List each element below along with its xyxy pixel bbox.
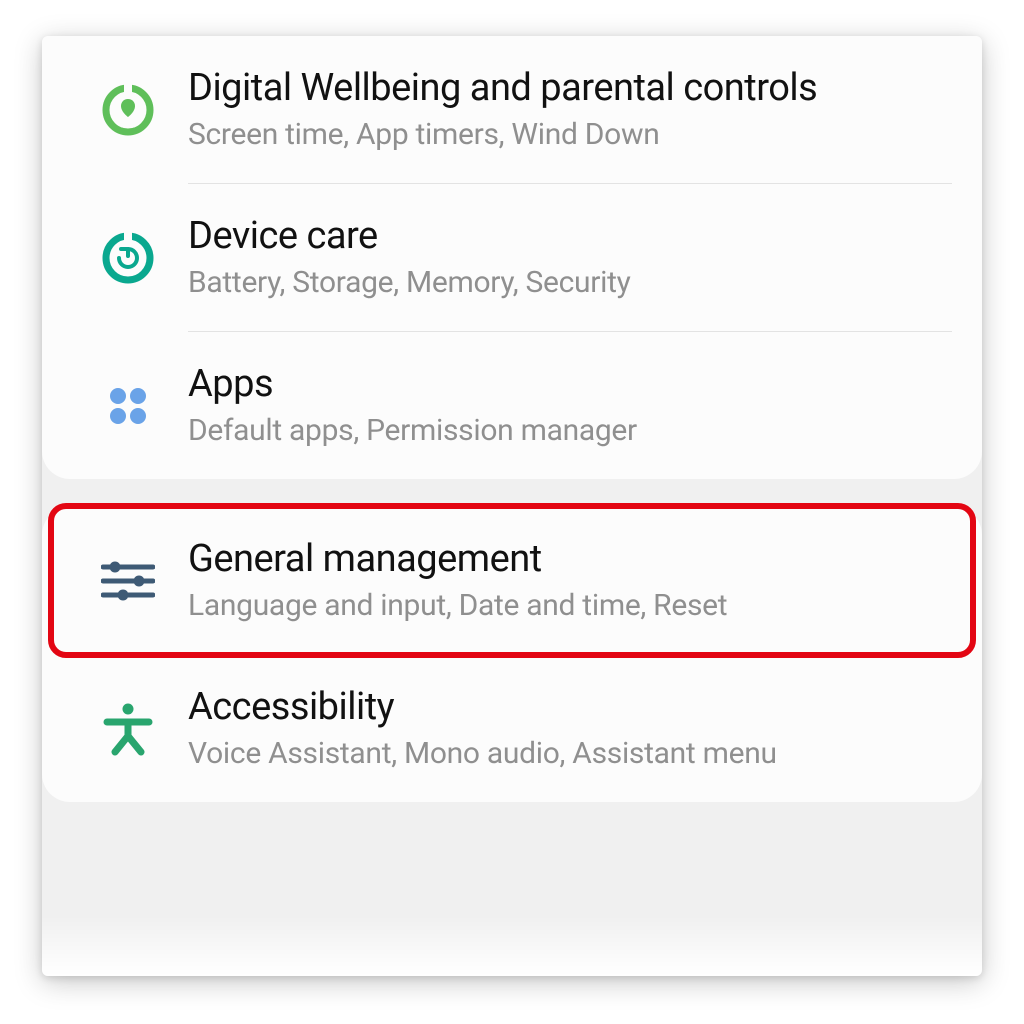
- settings-item-text: General management Language and input, D…: [188, 537, 952, 624]
- settings-item-subtitle: Default apps, Permission manager: [188, 412, 952, 450]
- settings-item-title: Apps: [188, 362, 952, 408]
- heart-circle-icon: [68, 84, 188, 136]
- bottom-fade: [42, 916, 982, 976]
- settings-item-accessibility[interactable]: Accessibility Voice Assistant, Mono audi…: [42, 655, 982, 802]
- settings-group: General management Language and input, D…: [42, 507, 982, 802]
- settings-item-device-care[interactable]: Device care Battery, Storage, Memory, Se…: [42, 184, 982, 331]
- settings-item-title: Device care: [188, 214, 952, 260]
- sliders-icon: [68, 559, 188, 603]
- settings-item-general-management[interactable]: General management Language and input, D…: [42, 507, 982, 654]
- person-icon: [68, 702, 188, 756]
- settings-item-text: Accessibility Voice Assistant, Mono audi…: [188, 685, 952, 772]
- settings-item-text: Device care Battery, Storage, Memory, Se…: [188, 214, 952, 301]
- settings-item-title: Accessibility: [188, 685, 952, 731]
- settings-item-subtitle: Battery, Storage, Memory, Security: [188, 264, 952, 302]
- refresh-circle-icon: [68, 232, 188, 284]
- settings-group: Digital Wellbeing and parental controls …: [42, 36, 982, 479]
- settings-item-text: Digital Wellbeing and parental controls …: [188, 66, 952, 153]
- settings-item-title: Digital Wellbeing and parental controls: [188, 66, 952, 112]
- settings-item-text: Apps Default apps, Permission manager: [188, 362, 952, 449]
- settings-item-subtitle: Screen time, App timers, Wind Down: [188, 116, 952, 154]
- settings-item-subtitle: Voice Assistant, Mono audio, Assistant m…: [188, 735, 952, 773]
- settings-viewport: Digital Wellbeing and parental controls …: [42, 36, 982, 976]
- four-dots-icon: [68, 383, 188, 429]
- settings-item-subtitle: Language and input, Date and time, Reset: [188, 587, 952, 625]
- settings-item-digital-wellbeing[interactable]: Digital Wellbeing and parental controls …: [42, 36, 982, 183]
- settings-item-title: General management: [188, 537, 952, 583]
- settings-item-apps[interactable]: Apps Default apps, Permission manager: [42, 332, 982, 479]
- group-gap: [42, 479, 982, 507]
